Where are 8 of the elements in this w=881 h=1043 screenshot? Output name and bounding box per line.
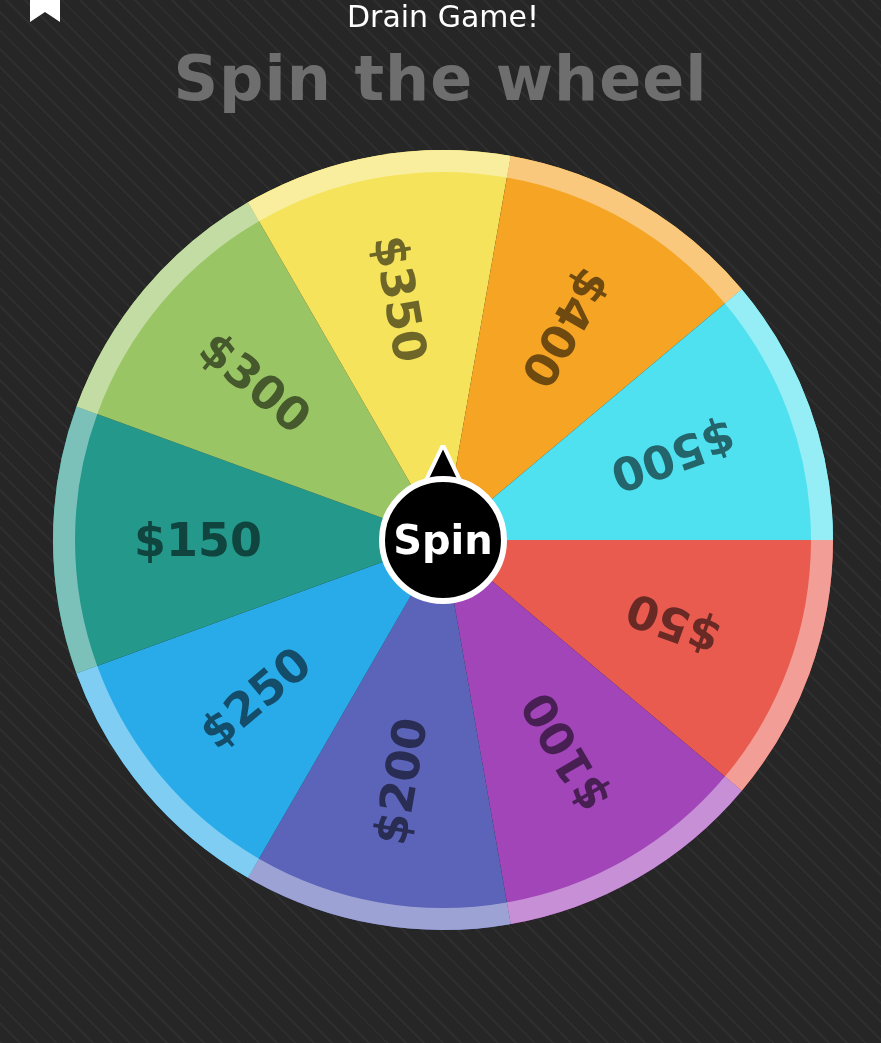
segment-label: $350 [362,231,439,367]
segment-label: $200 [362,713,439,849]
segment-label: $50 [618,582,728,666]
segment-label: $150 [134,513,262,567]
window-title: Drain Game! [346,0,539,34]
bookmark-icon[interactable] [30,0,60,22]
heading: Spin the wheel [173,44,708,114]
segment-label: $500 [603,408,743,504]
